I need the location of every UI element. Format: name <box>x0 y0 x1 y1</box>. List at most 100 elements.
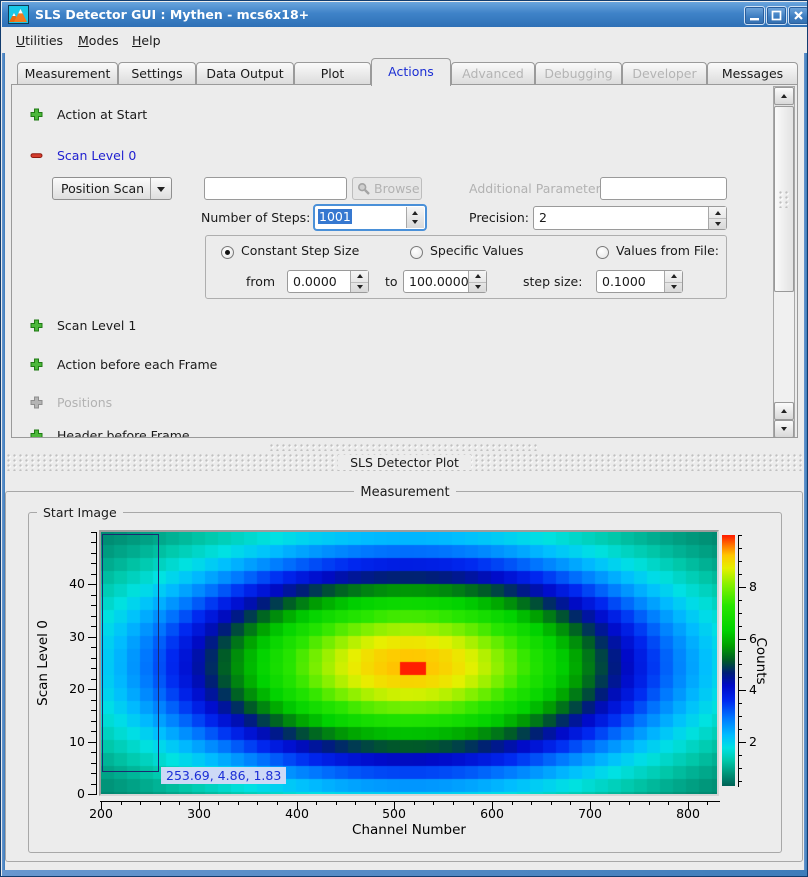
precision-spinbox[interactable]: 2 <box>533 206 727 230</box>
spin-down-icon <box>357 285 363 289</box>
expand-plus-icon-disabled <box>30 396 43 409</box>
tab-plot[interactable]: Plot <box>294 62 371 84</box>
combo-dropdown-segment <box>150 178 171 199</box>
tab-measurement[interactable]: Measurement <box>17 62 118 84</box>
from-value: 0.0000 <box>293 274 337 289</box>
spin-up-icon <box>671 274 677 278</box>
heatmap-canvas[interactable] <box>101 532 717 794</box>
step-size-spinbox[interactable]: 0.1000 <box>596 270 683 293</box>
specific-values-radio[interactable] <box>410 246 423 259</box>
tab-developer: Developer <box>622 62 707 84</box>
positions-row: Positions <box>30 395 330 411</box>
spin-down-button[interactable] <box>469 282 486 293</box>
tab-advanced: Advanced <box>451 62 535 84</box>
scan-level-0-row[interactable]: Scan Level 0 <box>30 148 330 164</box>
spin-down-icon <box>475 285 481 289</box>
action-before-frame-row[interactable]: Action before each Frame <box>30 357 330 373</box>
tab-messages[interactable]: Messages <box>707 62 798 84</box>
precision-value: 2 <box>539 210 547 225</box>
tab-data-output[interactable]: Data Output <box>196 62 294 84</box>
spin-buttons <box>350 271 368 292</box>
to-label: to <box>385 274 398 289</box>
number-of-steps-value: 1001 <box>318 209 352 224</box>
zoom-selection-rect <box>102 534 159 772</box>
spin-down-button[interactable] <box>709 218 726 229</box>
number-of-steps-spinbox[interactable]: 1001 <box>313 204 427 231</box>
tab-debugging: Debugging <box>535 62 622 84</box>
expand-plus-icon[interactable] <box>30 108 43 121</box>
measurement-title: Measurement <box>354 485 455 500</box>
maximize-button[interactable] <box>766 6 787 25</box>
arrow-up-icon <box>781 409 787 413</box>
spin-down-button[interactable] <box>665 282 682 293</box>
cursor-readout: 253.69, 4.86, 1.83 <box>161 767 286 784</box>
constant-step-size-label[interactable]: Constant Step Size <box>241 243 359 258</box>
action-before-frame-label: Action before each Frame <box>57 357 217 372</box>
scan-file-input[interactable] <box>204 177 347 200</box>
spin-up-icon[interactable] <box>412 211 418 215</box>
plot-splitter-label: SLS Detector Plot <box>338 455 471 470</box>
spin-down-icon[interactable] <box>412 220 418 224</box>
scan-mode-value: Position Scan <box>61 181 144 196</box>
scan-level-1-row[interactable]: Scan Level 1 <box>30 318 330 334</box>
spin-buttons <box>406 207 424 228</box>
thumb-grip <box>779 191 791 208</box>
spin-down-icon <box>715 222 721 226</box>
scrollbar-track[interactable] <box>774 292 794 402</box>
header-before-frame-label: Header before Frame <box>57 428 190 438</box>
scroll-up-button[interactable] <box>774 87 794 105</box>
scan-level-0-label: Scan Level 0 <box>57 148 136 163</box>
application-window: SLS Detector GUI : Mythen - mcs6x18+ Uti… <box>0 0 808 877</box>
menu-modes-accel: M <box>78 33 89 48</box>
from-spinbox[interactable]: 0.0000 <box>287 270 369 293</box>
arrow-up-icon <box>781 94 787 98</box>
to-spinbox[interactable]: 100.0000 <box>403 270 487 293</box>
action-at-start-row[interactable]: Action at Start <box>30 107 330 123</box>
splitter-grip[interactable] <box>270 444 537 451</box>
menu-help-accel: H <box>132 33 141 48</box>
tab-actions[interactable]: Actions <box>371 58 451 86</box>
scroll-down-button[interactable] <box>774 420 794 438</box>
magnifier-icon <box>357 182 371 196</box>
precision-label: Precision: <box>469 210 529 225</box>
actions-tab-pane: Action at Start Scan Level 0 Position Sc… <box>11 84 798 438</box>
title-bar[interactable]: SLS Detector GUI : Mythen - mcs6x18+ <box>2 2 807 27</box>
menu-modes-label: odes <box>89 33 119 48</box>
menu-utilities-label: tilities <box>25 33 63 48</box>
collapse-minus-icon[interactable] <box>30 149 43 162</box>
minimize-button[interactable] <box>744 6 765 25</box>
window-title: SLS Detector GUI : Mythen - mcs6x18+ <box>35 7 309 22</box>
spin-down-button[interactable] <box>351 282 368 293</box>
scrollbar-thumb[interactable] <box>774 106 794 292</box>
menu-modes[interactable]: Modes <box>74 31 123 50</box>
close-icon <box>792 9 805 22</box>
header-before-frame-row[interactable]: Header before Frame <box>30 428 330 438</box>
step-size-value: 0.1000 <box>602 274 646 289</box>
action-at-start-label: Action at Start <box>57 107 147 122</box>
window-border-bottom <box>2 870 807 877</box>
measurement-title-wrap: Measurement <box>1 484 808 500</box>
menu-bar: Utilities Modes Help <box>2 27 807 53</box>
tab-settings[interactable]: Settings <box>118 62 196 84</box>
vertical-scrollbar[interactable] <box>773 86 795 438</box>
additional-parameter-input[interactable] <box>600 177 727 200</box>
values-from-file-radio[interactable] <box>596 246 609 259</box>
browse-button: Browse <box>352 177 422 200</box>
expand-plus-icon[interactable] <box>30 319 43 332</box>
menu-help[interactable]: Help <box>128 31 165 50</box>
menu-utilities-accel: U <box>16 33 25 48</box>
app-icon <box>8 5 29 24</box>
arrow-down-icon <box>781 427 787 431</box>
scroll-up-button-bottom[interactable] <box>774 402 794 420</box>
spin-down-icon <box>671 285 677 289</box>
expand-plus-icon[interactable] <box>30 358 43 371</box>
scan-mode-combobox[interactable]: Position Scan <box>52 177 172 200</box>
menu-utilities[interactable]: Utilities <box>12 31 67 50</box>
values-from-file-label[interactable]: Values from File: <box>616 243 719 258</box>
plot-splitter-handle[interactable]: SLS Detector Plot <box>7 454 802 471</box>
close-button[interactable] <box>788 6 808 25</box>
expand-plus-icon[interactable] <box>30 429 43 438</box>
constant-step-size-radio[interactable] <box>221 246 234 259</box>
spin-buttons <box>664 271 682 292</box>
specific-values-label[interactable]: Specific Values <box>430 243 523 258</box>
